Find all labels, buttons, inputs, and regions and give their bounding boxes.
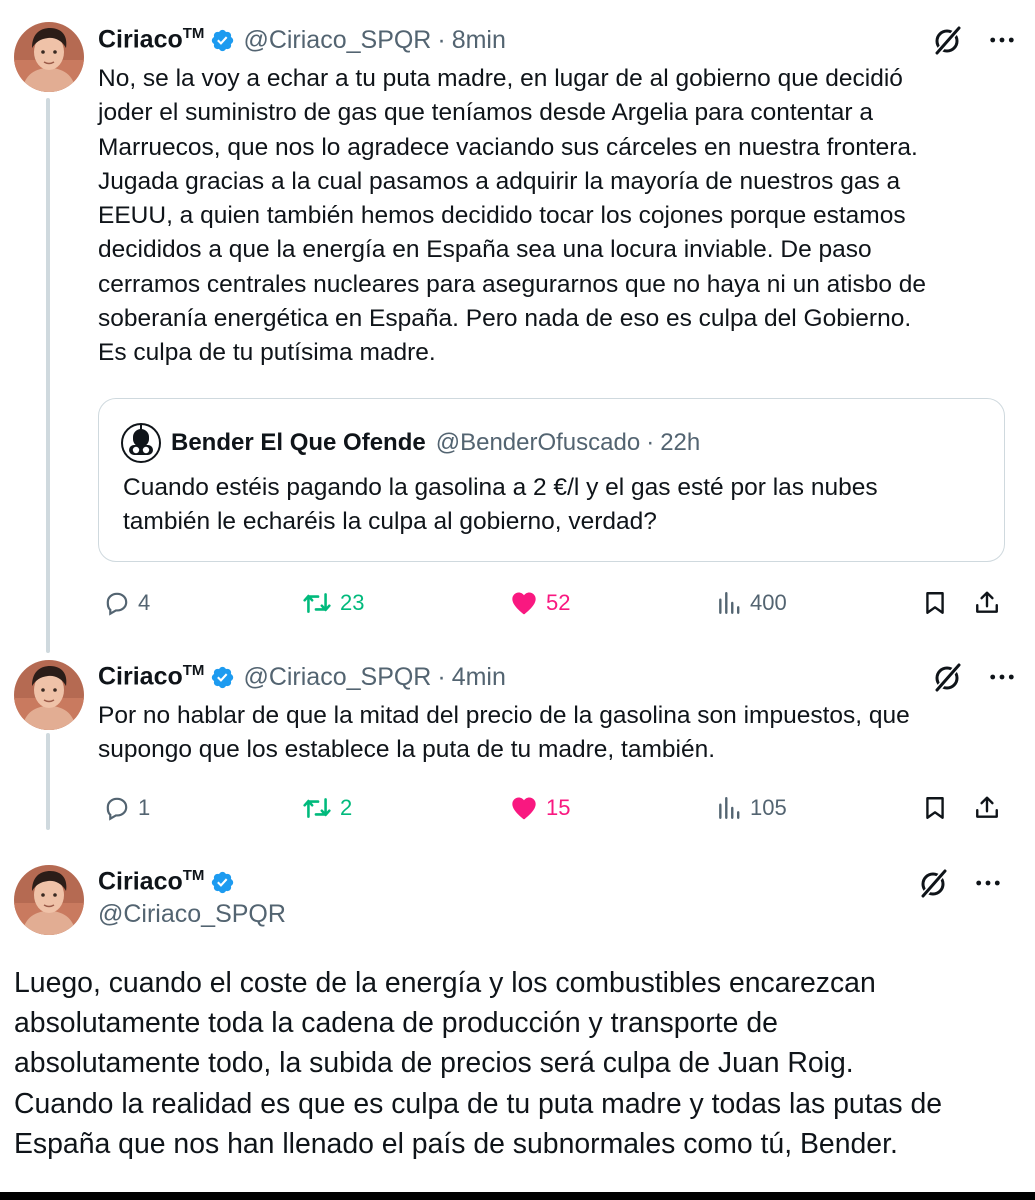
avatar[interactable] <box>14 865 84 935</box>
profile-photo <box>14 660 84 730</box>
tweet-time[interactable]: 4min <box>452 663 506 692</box>
like-heart-icon <box>510 589 538 617</box>
like-button[interactable]: 15 <box>510 788 570 828</box>
retweet-icon <box>302 795 332 821</box>
views-button[interactable]: 105 <box>716 788 787 828</box>
thread-line <box>46 733 50 830</box>
user-handle[interactable]: @Ciriaco_SPQR <box>243 663 431 692</box>
avatar[interactable] <box>14 22 84 92</box>
more-icon[interactable] <box>975 878 1001 888</box>
like-heart-icon <box>510 794 538 822</box>
views-icon <box>716 795 742 821</box>
display-name-text: Ciriaco <box>98 867 183 896</box>
grok-icon[interactable] <box>933 662 963 692</box>
name-row: CiriacoTM <box>98 864 286 900</box>
profile-photo <box>14 865 84 935</box>
reply-button[interactable]: 4 <box>104 583 150 623</box>
quote-handle: @BenderOfuscado <box>435 429 641 456</box>
share-icon <box>974 590 1000 616</box>
bookmark-icon <box>922 795 948 821</box>
share-button[interactable] <box>974 583 1000 623</box>
verified-badge-icon <box>210 870 235 895</box>
more-icon[interactable] <box>989 672 1015 682</box>
verified-badge-icon <box>210 28 235 53</box>
bookmark-button[interactable] <box>922 788 948 828</box>
retweet-icon <box>302 590 332 616</box>
quote-avatar <box>121 423 161 463</box>
display-name-text: Ciriaco <box>98 25 183 54</box>
grok-icon[interactable] <box>919 868 949 898</box>
view-count: 105 <box>750 795 787 820</box>
tweet-text: Por no hablar de que la mitad del precio… <box>98 702 910 764</box>
trademark-mark: TM <box>182 662 205 680</box>
like-count: 52 <box>546 590 571 615</box>
separator-dot: · <box>437 25 446 54</box>
reply-icon <box>104 590 130 616</box>
main-tweet-header: CiriacoTM @Ciriaco_SPQR <box>98 864 286 929</box>
tweet-header: CiriacoTM @Ciriaco_SPQR · 8min <box>98 22 1015 58</box>
like-count: 15 <box>546 795 571 820</box>
display-name[interactable]: CiriacoTM <box>98 662 204 691</box>
grok-icon[interactable] <box>933 25 963 55</box>
user-handle[interactable]: @Ciriaco_SPQR <box>98 900 286 929</box>
share-icon <box>974 795 1000 821</box>
display-name[interactable]: CiriacoTM <box>98 867 204 896</box>
tweet-header: CiriacoTM @Ciriaco_SPQR · 4min <box>98 659 1015 695</box>
retweet-count: 2 <box>340 795 353 820</box>
separator-dot: · <box>646 429 655 456</box>
avatar[interactable] <box>14 660 84 730</box>
main-tweet-text: Luego, cuando el coste de la energía y l… <box>14 967 943 1160</box>
views-button[interactable]: 400 <box>716 583 787 623</box>
tweet-actions: 1 2 15 105 <box>98 788 1005 828</box>
header-actions <box>933 22 1015 58</box>
bookmark-button[interactable] <box>922 583 948 623</box>
trademark-mark: TM <box>182 25 205 43</box>
views-icon <box>716 590 742 616</box>
tweet-thread: CiriacoTM @Ciriaco_SPQR · 8min No, se la… <box>0 0 1035 1192</box>
retweet-button[interactable]: 2 <box>302 788 352 828</box>
quote-time: 22h <box>660 429 701 456</box>
reply-icon <box>104 795 130 821</box>
like-button[interactable]: 52 <box>510 583 570 623</box>
quote-text: Cuando estéis pagando la gasolina a 2 €/… <box>123 474 878 536</box>
retweet-count: 23 <box>340 590 365 615</box>
tweet-time[interactable]: 8min <box>452 26 506 55</box>
tweet-text: No, se la voy a echar a tu puta madre, e… <box>98 65 927 367</box>
tweet-actions: 4 23 52 400 <box>98 583 1005 623</box>
display-name-text: Ciriaco <box>98 662 183 691</box>
separator-dot: · <box>437 662 446 691</box>
share-button[interactable] <box>974 788 1000 828</box>
verified-badge-icon <box>210 665 235 690</box>
view-count: 400 <box>750 590 787 615</box>
more-icon[interactable] <box>989 35 1015 45</box>
retweet-button[interactable]: 23 <box>302 583 364 623</box>
quote-header: Bender El Que Ofende @BenderOfuscado · 2… <box>121 425 700 461</box>
reply-count: 4 <box>138 590 151 615</box>
quote-display-name: Bender El Que Ofende <box>171 429 426 456</box>
display-name[interactable]: CiriacoTM <box>98 25 204 54</box>
quoted-tweet[interactable]: Bender El Que Ofende @BenderOfuscado · 2… <box>98 398 1005 562</box>
thread-line <box>46 98 50 653</box>
header-actions <box>919 865 1001 901</box>
profile-photo <box>14 22 84 92</box>
trademark-mark: TM <box>182 867 205 885</box>
user-handle[interactable]: @Ciriaco_SPQR <box>243 26 431 55</box>
reply-button[interactable]: 1 <box>104 788 150 828</box>
reply-count: 1 <box>138 795 151 820</box>
header-actions <box>933 659 1015 695</box>
bookmark-icon <box>922 590 948 616</box>
